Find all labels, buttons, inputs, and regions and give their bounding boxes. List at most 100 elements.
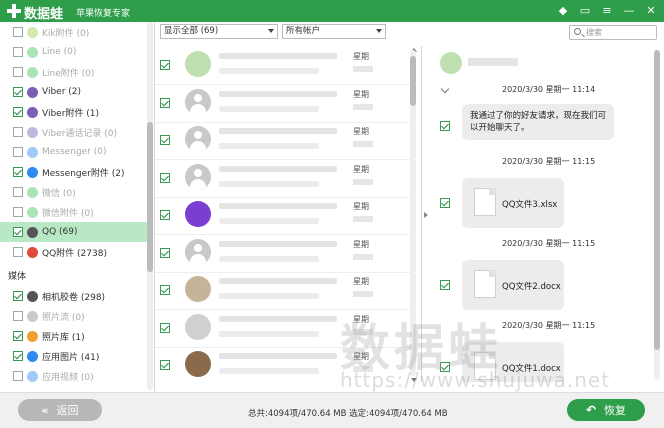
- filter-bar: 显示全部 (69) 所有帐户: [160, 24, 420, 40]
- message-checkbox[interactable]: [440, 121, 450, 131]
- row-weekday: 星期: [353, 127, 369, 136]
- category-checkbox[interactable]: [13, 247, 23, 257]
- conversation-row[interactable]: 星期: [155, 84, 415, 123]
- minimize-icon[interactable]: —: [622, 3, 636, 17]
- blurred-time: [353, 103, 373, 110]
- blurred-title: [219, 128, 337, 134]
- conversation-row[interactable]: 星期: [155, 46, 415, 85]
- row-checkbox[interactable]: [160, 97, 170, 108]
- sidebar-item[interactable]: 微信 (0): [0, 182, 148, 202]
- row-checkbox[interactable]: [160, 360, 170, 370]
- category-checkbox[interactable]: [13, 351, 23, 361]
- blurred-time: [353, 66, 373, 72]
- file-message-bubble[interactable]: QQ文件3.xlsx: [462, 178, 564, 228]
- sidebar-item[interactable]: Kik附件 (0): [0, 22, 148, 42]
- category-checkbox[interactable]: [13, 127, 23, 137]
- sidebar-item[interactable]: Viber附件 (1): [0, 102, 148, 122]
- conversation-row[interactable]: 星期: [155, 121, 415, 160]
- close-icon[interactable]: ✕: [644, 3, 658, 17]
- sidebar-item[interactable]: 应用图片 (41): [0, 346, 148, 366]
- sidebar-item[interactable]: Messenger附件 (2): [0, 162, 148, 182]
- message-checkbox[interactable]: [440, 280, 450, 290]
- category-checkbox[interactable]: [13, 207, 23, 217]
- row-checkbox[interactable]: [160, 60, 170, 70]
- category-checkbox[interactable]: [13, 27, 23, 37]
- account-filter-select[interactable]: 所有帐户: [282, 24, 386, 39]
- pane-toggle-icon[interactable]: [424, 212, 428, 218]
- row-checkbox[interactable]: [160, 172, 170, 183]
- category-checkbox[interactable]: [13, 331, 23, 341]
- app-icon: [27, 290, 38, 302]
- blurred-title: [219, 90, 337, 97]
- sidebar-item[interactable]: 相机胶卷 (298): [0, 286, 148, 306]
- feedback-icon[interactable]: ▭: [578, 3, 592, 17]
- app-icon: [27, 106, 38, 118]
- conversation-row[interactable]: 星期: [155, 271, 415, 310]
- sidebar-item[interactable]: 照片库 (1): [0, 326, 148, 346]
- row-checkbox[interactable]: [160, 135, 170, 145]
- file-message-bubble[interactable]: QQ文件1.docx: [462, 342, 564, 382]
- sidebar-scrollbar[interactable]: [147, 22, 153, 390]
- sidebar-scroll-thumb[interactable]: [147, 122, 153, 272]
- conversation-row[interactable]: 星期: [155, 159, 415, 198]
- blurred-preview: [219, 255, 319, 262]
- category-checkbox[interactable]: [13, 47, 23, 57]
- row-checkbox[interactable]: [160, 322, 170, 333]
- sidebar-item[interactable]: Line附件 (0): [0, 62, 148, 82]
- contact-avatar: [185, 126, 211, 152]
- blurred-title: [219, 203, 337, 209]
- account-filter-value: 所有帐户: [286, 26, 321, 36]
- category-checkbox[interactable]: [13, 167, 23, 177]
- sidebar-item[interactable]: Messenger (0): [0, 142, 148, 162]
- sidebar-item[interactable]: 应用视频 (0): [0, 366, 148, 386]
- row-checkbox[interactable]: [160, 247, 170, 258]
- conversation-row[interactable]: 星期: [155, 309, 415, 348]
- chat-scrollbar[interactable]: [654, 50, 660, 380]
- sidebar-item[interactable]: Line (0): [0, 42, 148, 62]
- collapse-chevron-icon[interactable]: [440, 84, 450, 94]
- scroll-down-icon[interactable]: [411, 378, 417, 382]
- sidebar-item[interactable]: QQ (69): [0, 222, 148, 242]
- file-message-bubble[interactable]: QQ文件2.docx: [462, 260, 564, 310]
- category-checkbox[interactable]: [13, 227, 23, 237]
- sidebar-item[interactable]: Viber (2): [0, 82, 148, 102]
- app-icon: [27, 246, 38, 258]
- category-checkbox[interactable]: [13, 187, 23, 197]
- conversation-row[interactable]: 星期: [155, 346, 415, 382]
- sidebar-item[interactable]: QQ附件 (2738): [0, 242, 148, 262]
- row-checkbox[interactable]: [160, 210, 170, 220]
- contact-avatar: [185, 51, 211, 77]
- category-checkbox[interactable]: [13, 311, 23, 321]
- show-filter-select[interactable]: 显示全部 (69): [160, 24, 278, 39]
- list-scroll-thumb[interactable]: [410, 56, 416, 106]
- search-input[interactable]: 搜索: [569, 25, 657, 40]
- row-checkbox[interactable]: [160, 285, 170, 295]
- back-button[interactable]: « 返回: [18, 399, 102, 421]
- sidebar-item[interactable]: 微信附件 (0): [0, 202, 148, 222]
- app-icon: [27, 330, 38, 342]
- category-checkbox[interactable]: [13, 147, 23, 157]
- category-checkbox[interactable]: [13, 87, 23, 97]
- category-checkbox[interactable]: [13, 107, 23, 117]
- list-scrollbar[interactable]: [410, 50, 416, 376]
- chevron-down-icon: [376, 29, 382, 33]
- diamond-icon[interactable]: ◆: [556, 3, 570, 17]
- message-checkbox[interactable]: [440, 198, 450, 208]
- conversation-row[interactable]: 星期: [155, 196, 415, 235]
- category-checkbox[interactable]: [13, 67, 23, 77]
- menu-icon[interactable]: ≡: [600, 3, 614, 17]
- chat-scroll-thumb[interactable]: [654, 50, 660, 350]
- message-timestamp: 2020/3/30 星期一 11:14: [502, 85, 596, 94]
- sidebar-item[interactable]: Viber通话记录 (0): [0, 122, 148, 142]
- title-bar: 数据蛙 苹果恢复专家 ◆ ▭ ≡ — ✕: [0, 0, 664, 22]
- row-weekday: 星期: [353, 164, 369, 174]
- blurred-preview: [219, 105, 319, 112]
- row-weekday: 星期: [353, 352, 369, 361]
- category-checkbox[interactable]: [13, 371, 23, 381]
- message-checkbox[interactable]: [440, 362, 450, 372]
- conversation-row[interactable]: 星期: [155, 234, 415, 273]
- contact-avatar: [185, 88, 211, 115]
- recover-button[interactable]: ↶ 恢复: [567, 399, 645, 421]
- sidebar-item[interactable]: 照片流 (0): [0, 306, 148, 326]
- category-checkbox[interactable]: [13, 291, 23, 301]
